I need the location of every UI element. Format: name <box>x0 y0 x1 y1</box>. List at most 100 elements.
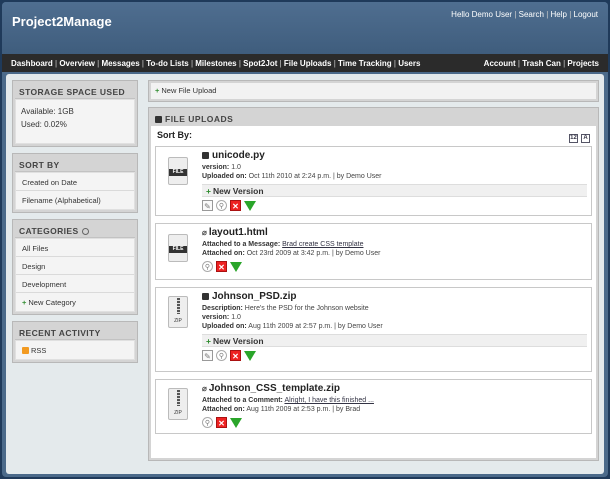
zip-file-icon: ZIP <box>168 388 188 420</box>
attached-comment-link[interactable]: Alright, I have this finished ... <box>284 397 374 404</box>
new-category-label: New Category <box>28 298 76 307</box>
plus-icon: + <box>155 86 160 95</box>
logout-link[interactable]: Logout <box>574 10 598 19</box>
new-version-button[interactable]: + New Version <box>202 184 587 197</box>
sort-by-row: Sort By: 12 A <box>155 130 592 146</box>
delete-icon[interactable]: ✕ <box>216 261 227 272</box>
sort-numeric-icon[interactable]: 12 <box>569 134 578 143</box>
download-icon[interactable] <box>244 351 256 361</box>
edit-icon[interactable]: ✎ <box>202 200 213 211</box>
search-link[interactable]: Search <box>519 10 544 19</box>
category-development[interactable]: Development <box>16 275 134 293</box>
lock-icon[interactable]: ⚲ <box>202 417 213 428</box>
categories-box: CATEGORIES All Files Design Development … <box>12 219 138 315</box>
delete-icon[interactable]: ✕ <box>230 200 241 211</box>
file-meta-row: Attached on: Aug 11th 2009 at 2:53 p.m. … <box>202 406 361 413</box>
download-icon[interactable] <box>230 418 242 428</box>
file-item: ZIP Johnson_PSD.zip Description: Here's … <box>155 287 592 372</box>
rss-link[interactable]: RSS <box>16 341 134 359</box>
file-name[interactable]: Johnson_PSD.zip <box>212 291 296 302</box>
file-item: FILE unicode.py version: 1.0 Uploaded on… <box>155 146 592 216</box>
file-name-row: ⌀ Johnson_CSS_template.zip <box>202 383 587 396</box>
main-nav: Dashboard | Overview | Messages | To-do … <box>2 54 608 72</box>
plus-icon: + <box>206 186 211 196</box>
file-name-row: unicode.py <box>202 150 587 163</box>
sidebar: STORAGE SPACE USED Available: 1GB Used: … <box>12 80 138 369</box>
file-name[interactable]: Johnson_CSS_template.zip <box>209 383 340 394</box>
delete-icon[interactable]: ✕ <box>216 417 227 428</box>
delete-icon[interactable]: ✕ <box>230 350 241 361</box>
new-version-button[interactable]: + New Version <box>202 334 587 347</box>
app-title[interactable]: Project2Manage <box>12 14 112 29</box>
download-icon[interactable] <box>230 262 242 272</box>
category-all-files[interactable]: All Files <box>16 239 134 257</box>
paperclip-icon: ⌀ <box>202 384 207 393</box>
sort-title: SORT BY <box>15 156 135 172</box>
sort-alpha-icon[interactable]: A <box>581 134 590 143</box>
file-name[interactable]: layout1.html <box>209 227 268 238</box>
file-meta-row: Attached to a Message: Brad create CSS t… <box>202 241 364 248</box>
sort-by-filename[interactable]: Filename (Alphabetical) <box>16 191 134 209</box>
file-uploads-header: FILE UPLOADS <box>151 110 596 126</box>
storage-available: Available: 1GB <box>21 107 74 116</box>
storage-title: STORAGE SPACE USED <box>15 83 135 99</box>
paperclip-icon: ⌀ <box>202 228 207 237</box>
new-file-upload-button[interactable]: + New File Upload <box>151 83 596 99</box>
activity-box: RECENT ACTIVITY RSS <box>12 321 138 363</box>
download-icon[interactable] <box>244 201 256 211</box>
nav-projects[interactable]: Projects <box>567 59 599 68</box>
nav-account[interactable]: Account <box>484 59 516 68</box>
file-name-row: ⌀ layout1.html <box>202 227 587 240</box>
nav-dashboard[interactable]: Dashboard <box>11 59 53 68</box>
edit-icon[interactable]: ✎ <box>202 350 213 361</box>
activity-title: RECENT ACTIVITY <box>15 324 135 340</box>
file-name-row: Johnson_PSD.zip <box>202 291 587 304</box>
file-uploads-list: Sort By: 12 A FILE unicode.py version: 1.… <box>151 126 596 458</box>
file-actions: ✎ ⚲ ✕ <box>202 200 587 213</box>
file-meta-row: Description: Here's the PSD for the John… <box>202 305 369 312</box>
content-area: STORAGE SPACE USED Available: 1GB Used: … <box>6 74 604 474</box>
file-item: FILE ⌀ layout1.html Attached to a Message… <box>155 223 592 280</box>
main-panel: + New File Upload FILE UPLOADS Sort By: 1… <box>148 80 599 461</box>
file-type-icon: FILE <box>168 234 188 262</box>
nav-file-uploads[interactable]: File Uploads <box>284 59 332 68</box>
new-upload-bar: + New File Upload <box>148 80 599 102</box>
lock-icon[interactable]: ⚲ <box>216 350 227 361</box>
help-link[interactable]: Help <box>551 10 567 19</box>
file-uploads-title: FILE UPLOADS <box>165 114 234 124</box>
file-uploads-panel: FILE UPLOADS Sort By: 12 A FILE unicode.p… <box>148 107 599 461</box>
rss-label: RSS <box>31 346 47 355</box>
nav-users[interactable]: Users <box>398 59 420 68</box>
nav-todo-lists[interactable]: To-do Lists <box>146 59 189 68</box>
nav-trash-can[interactable]: Trash Can <box>522 59 561 68</box>
new-category-link[interactable]: + New Category <box>16 293 134 311</box>
greeting: Hello Demo User <box>451 10 513 19</box>
lock-icon[interactable]: ⚲ <box>216 200 227 211</box>
file-meta-row: Uploaded on: Oct 11th 2010 at 2:24 p.m. … <box>202 173 382 180</box>
header: Project2Manage Hello Demo User | Search … <box>2 2 608 54</box>
file-meta-row: version: 1.0 <box>202 314 241 321</box>
nav-overview[interactable]: Overview <box>59 59 95 68</box>
file-meta-row: Attached to a Comment: Alright, I have t… <box>202 397 374 404</box>
nav-spot2jot[interactable]: Spot2Jot <box>243 59 277 68</box>
app-window: Project2Manage Hello Demo User | Search … <box>2 2 608 477</box>
categories-title: CATEGORIES <box>19 226 79 236</box>
file-meta-row: Attached on: Oct 23rd 2009 at 3:42 p.m. … <box>202 250 381 257</box>
nav-time-tracking[interactable]: Time Tracking <box>338 59 392 68</box>
nav-milestones[interactable]: Milestones <box>195 59 236 68</box>
new-file-upload-label: New File Upload <box>161 86 217 95</box>
floppy-disk-icon <box>202 152 209 159</box>
file-actions: ⚲ ✕ <box>202 261 587 274</box>
file-name[interactable]: unicode.py <box>212 150 265 161</box>
attached-message-link[interactable]: Brad create CSS template <box>282 241 363 248</box>
file-actions: ⚲ ✕ <box>202 417 587 430</box>
lock-icon[interactable]: ⚲ <box>202 261 213 272</box>
sort-by-date[interactable]: Created on Date <box>16 173 134 191</box>
storage-box: STORAGE SPACE USED Available: 1GB Used: … <box>12 80 138 147</box>
file-item: ZIP ⌀ Johnson_CSS_template.zip Attached t… <box>155 379 592 434</box>
user-links: Hello Demo User | Search | Help | Logout <box>451 10 598 19</box>
search-icon[interactable] <box>81 228 89 235</box>
categories-header: CATEGORIES <box>15 222 135 238</box>
category-design[interactable]: Design <box>16 257 134 275</box>
nav-messages[interactable]: Messages <box>101 59 139 68</box>
